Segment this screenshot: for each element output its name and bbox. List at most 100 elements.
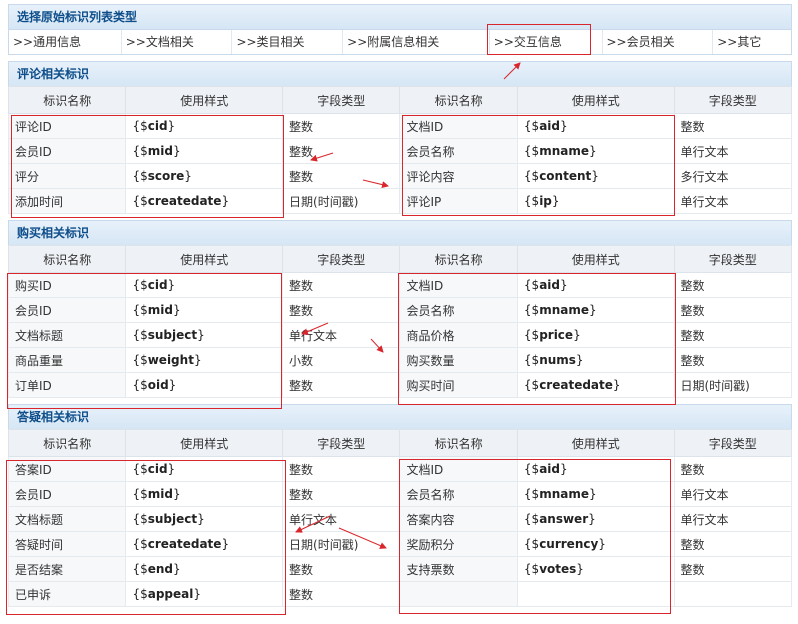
table-row: 评论ID {$cid} 整数 文档ID {$aid} 整数: [7, 113, 792, 139]
column-header: 字段类型: [282, 429, 401, 457]
tag-variable: createdate: [147, 537, 222, 551]
usage-style-cell: {$mname}: [516, 138, 675, 164]
column-header: 字段类型: [282, 245, 401, 273]
brace-open: {$: [132, 194, 148, 208]
brace-open: {$: [523, 278, 540, 292]
usage-style-cell: {$createdate}: [516, 372, 675, 398]
tag-name-cell: 文档ID: [399, 113, 518, 139]
field-type-cell: 单行文本: [282, 322, 401, 348]
tag-variable: answer: [539, 512, 589, 526]
brace-close: }: [576, 562, 584, 576]
tag-variable: mname: [539, 487, 589, 501]
type-link-interaction[interactable]: >>交互信息: [490, 30, 603, 54]
section-title: 评论相关标识: [8, 61, 792, 86]
field-type-cell: 整数: [282, 481, 401, 507]
field-type-cell: 整数: [282, 272, 401, 298]
table-row: 添加时间 {$createdate} 日期(时间戳) 评论IP {$ip} 单行文本: [7, 188, 792, 214]
brace-close: }: [167, 278, 176, 292]
brace-open: {$: [523, 487, 540, 501]
brace-close: }: [197, 328, 205, 342]
tag-variable: createdate: [539, 378, 613, 392]
field-type-cell: 整数: [673, 531, 792, 557]
tag-name-cell: 会员ID: [7, 297, 127, 323]
brace-close: }: [560, 119, 568, 133]
type-link-attachment[interactable]: >>附属信息相关: [343, 30, 490, 54]
tag-name-cell: 添加时间: [7, 188, 127, 214]
brace-close: }: [560, 462, 568, 476]
table-row: 会员ID {$mid} 整数 会员名称 {$mname} 单行文本: [7, 481, 792, 507]
column-header: 标识名称: [399, 429, 518, 457]
tag-variable: score: [147, 169, 185, 183]
usage-style-cell: {$oid}: [125, 372, 284, 398]
column-header: 使用样式: [125, 245, 284, 273]
type-link-document[interactable]: >>文档相关: [122, 30, 233, 54]
tag-variable: cid: [147, 462, 168, 476]
usage-style-cell: {$subject}: [125, 506, 284, 532]
usage-style-cell: {$nums}: [516, 347, 675, 373]
usage-style-cell: {$subject}: [125, 322, 284, 348]
column-header: 使用样式: [516, 429, 675, 457]
usage-style-cell: {$aid}: [516, 456, 675, 482]
tag-name-cell: 订单ID: [7, 372, 127, 398]
field-type-cell: 整数: [673, 347, 792, 373]
field-type-cell: 整数: [673, 113, 792, 139]
field-type-cell: 整数: [673, 456, 792, 482]
table-row: 答疑时间 {$createdate} 日期(时间戳) 奖励积分 {$currency} 整…: [7, 531, 792, 557]
tag-name-cell: 文档标题: [7, 322, 127, 348]
brace-open: {$: [132, 303, 148, 317]
table-row: 已申诉 {$appeal} 整数: [7, 581, 792, 607]
brace-open: {$: [132, 587, 148, 601]
type-link-category[interactable]: >>类目相关: [232, 30, 344, 54]
usage-style-cell: {$weight}: [125, 347, 284, 373]
brace-open: {$: [523, 119, 540, 133]
column-header: 标识名称: [7, 429, 127, 457]
brace-close: }: [588, 303, 597, 317]
tag-name-cell: 商品价格: [399, 322, 518, 348]
column-header: 使用样式: [516, 245, 675, 273]
tag-table: 标识名称 使用样式 字段类型 标识名称 使用样式 字段类型 购买ID {$cid} 整数 文档ID…: [7, 245, 792, 398]
section-title: 购买相关标识: [8, 220, 792, 245]
brace-close: }: [573, 328, 581, 342]
usage-style-cell: {$createdate}: [125, 188, 284, 214]
field-type-cell: 整数: [282, 372, 401, 398]
tag-name-cell: 评分: [7, 163, 127, 189]
tag-name-cell: 答案ID: [7, 456, 127, 482]
brace-open: {$: [132, 144, 148, 158]
tag-variable: createdate: [147, 194, 222, 208]
brace-open: {$: [132, 378, 148, 392]
tag-variable: price: [539, 328, 574, 342]
tag-table: 标识名称 使用样式 字段类型 标识名称 使用样式 字段类型 评论ID {$cid} 整数 文档ID…: [7, 86, 792, 214]
tag-variable: oid: [147, 378, 169, 392]
tag-variable: nums: [539, 353, 576, 367]
tag-variable: currency: [539, 537, 599, 551]
tag-name-cell: 购买时间: [399, 372, 518, 398]
brace-close: }: [193, 353, 202, 367]
tag-name-cell: 购买ID: [7, 272, 127, 298]
field-type-cell: 整数: [282, 297, 401, 323]
usage-style-cell: {$createdate}: [125, 531, 284, 557]
usage-style-cell: {$mid}: [125, 138, 284, 164]
tag-name-cell: 答疑时间: [7, 531, 127, 557]
tag-variable: weight: [147, 353, 194, 367]
tag-variable: subject: [147, 328, 198, 342]
type-link-general[interactable]: >>通用信息: [9, 30, 122, 54]
brace-close: }: [221, 537, 230, 551]
brace-close: }: [172, 487, 181, 501]
field-type-cell: 整数: [282, 163, 401, 189]
tag-name-cell: 文档ID: [399, 272, 518, 298]
brace-close: }: [172, 144, 181, 158]
tag-variable: appeal: [147, 587, 194, 601]
tag-variable: cid: [147, 119, 168, 133]
tag-variable: ip: [539, 194, 552, 208]
field-type-cell: [673, 581, 792, 607]
type-link-member[interactable]: >>会员相关: [603, 30, 714, 54]
brace-close: }: [612, 378, 621, 392]
column-header: 标识名称: [399, 86, 518, 114]
tag-name-cell: 会员ID: [7, 481, 127, 507]
usage-style-cell: {$content}: [516, 163, 675, 189]
table-row: 答案ID {$cid} 整数 文档ID {$aid} 整数: [7, 456, 792, 482]
brace-open: {$: [523, 462, 540, 476]
type-link-other[interactable]: >>其它: [713, 30, 791, 54]
tag-variable: mid: [147, 303, 173, 317]
tag-variable: votes: [539, 562, 577, 576]
